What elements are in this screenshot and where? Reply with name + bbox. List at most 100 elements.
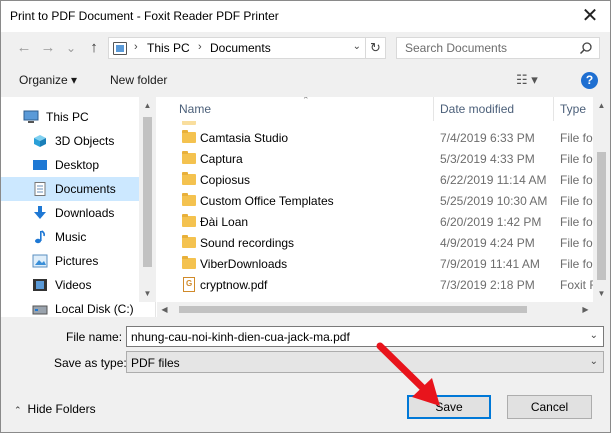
file-type: File fol bbox=[560, 215, 596, 229]
folder-icon bbox=[182, 235, 196, 248]
sidebar-item-label: This PC bbox=[46, 110, 89, 124]
scroll-down-icon[interactable]: ▼ bbox=[593, 285, 610, 302]
sidebar-item-music[interactable]: Music bbox=[1, 225, 141, 249]
scroll-up-icon[interactable]: ▲ bbox=[593, 97, 610, 114]
file-name: Captura bbox=[200, 152, 243, 166]
save-as-type-label: Save as type: bbox=[54, 356, 127, 370]
table-row[interactable]: Captura 5/3/2019 4:33 PM File fol bbox=[157, 149, 597, 170]
sidebar-item-this-pc[interactable]: This PC bbox=[1, 105, 141, 129]
table-row[interactable]: Camtasia Studio 7/4/2019 6:33 PM File fo… bbox=[157, 128, 597, 149]
file-type: File fol bbox=[560, 194, 596, 208]
drive-icon bbox=[32, 305, 48, 315]
scroll-down-icon[interactable]: ▼ bbox=[139, 285, 156, 302]
save-as-type-select[interactable]: PDF files ⌄ bbox=[126, 351, 604, 373]
forward-arrow-icon[interactable]: → bbox=[38, 38, 58, 58]
file-list-scrollbar[interactable]: ▲ ▼ bbox=[593, 97, 610, 302]
organize-menu[interactable]: Organize ▾ bbox=[19, 73, 77, 87]
address-bar[interactable]: › This PC › Documents ⌄ ↻ bbox=[108, 37, 386, 59]
hide-folders-button[interactable]: ⌃ Hide Folders bbox=[14, 402, 96, 416]
window-title: Print to PDF Document - Foxit Reader PDF… bbox=[10, 9, 279, 23]
sidebar-item-3d-objects[interactable]: 3D Objects bbox=[1, 129, 141, 153]
file-type: File fol bbox=[560, 257, 596, 271]
address-dropdown-icon[interactable]: ⌄ bbox=[353, 41, 361, 52]
chevron-down-icon[interactable]: ⌄ bbox=[590, 330, 598, 341]
save-as-type-value: PDF files bbox=[131, 356, 180, 370]
scrollbar-corner bbox=[593, 302, 610, 317]
file-type: File fol bbox=[560, 173, 596, 187]
scrollbar-thumb[interactable] bbox=[179, 306, 527, 313]
videos-icon bbox=[33, 279, 47, 291]
table-row[interactable]: Đài Loan 6/20/2019 1:42 PM File fol bbox=[157, 212, 597, 233]
desktop-icon bbox=[33, 160, 47, 170]
file-name: Sound recordings bbox=[200, 236, 295, 250]
title-bar: Print to PDF Document - Foxit Reader PDF… bbox=[0, 0, 611, 32]
search-icon bbox=[579, 42, 592, 55]
sidebar-item-pictures[interactable]: Pictures bbox=[1, 249, 141, 273]
scroll-right-icon[interactable]: ▶ bbox=[578, 302, 593, 317]
refresh-icon[interactable]: ↻ bbox=[365, 38, 385, 58]
file-name-value: nhung-cau-noi-kinh-dien-cua-jack-ma.pdf bbox=[131, 330, 350, 344]
column-divider[interactable] bbox=[553, 97, 554, 121]
folder-icon bbox=[182, 130, 196, 143]
pdf-file-icon bbox=[183, 277, 195, 292]
scroll-left-icon[interactable]: ◀ bbox=[157, 302, 172, 317]
close-icon[interactable]: ✕ bbox=[576, 5, 604, 27]
file-date: 6/22/2019 11:14 AM bbox=[440, 173, 547, 187]
file-name: cryptnow.pdf bbox=[200, 278, 268, 292]
column-divider[interactable] bbox=[433, 97, 434, 121]
file-name: ViberDownloads bbox=[200, 257, 288, 271]
search-placeholder: Search Documents bbox=[405, 41, 508, 55]
music-icon bbox=[35, 230, 46, 244]
computer-icon bbox=[23, 110, 39, 123]
breadcrumb-separator: › bbox=[198, 41, 202, 53]
folder-icon bbox=[182, 256, 196, 269]
scrollbar-thumb[interactable] bbox=[597, 152, 606, 280]
folder-icon bbox=[182, 151, 196, 164]
sidebar-item-label: Documents bbox=[55, 182, 116, 196]
search-input[interactable]: Search Documents bbox=[396, 37, 600, 59]
recent-locations-icon[interactable]: ⌄ bbox=[61, 38, 81, 58]
file-name-field[interactable]: nhung-cau-noi-kinh-dien-cua-jack-ma.pdf … bbox=[126, 326, 604, 347]
table-row[interactable]: cryptnow.pdf 7/3/2019 2:18 PM Foxit R bbox=[157, 275, 598, 296]
back-arrow-icon[interactable]: ← bbox=[14, 38, 34, 58]
sidebar-item-videos[interactable]: Videos bbox=[1, 273, 141, 297]
scrollbar-thumb[interactable] bbox=[143, 117, 152, 267]
file-name-label: File name: bbox=[66, 330, 123, 344]
sidebar-item-desktop[interactable]: Desktop bbox=[1, 153, 141, 177]
command-bar: Organize ▾ New folder ☷ ▾ ? bbox=[1, 67, 610, 95]
table-row[interactable]: Copiosus 6/22/2019 11:14 AM File fol bbox=[157, 170, 597, 191]
file-date: 7/9/2019 11:41 AM bbox=[440, 257, 540, 271]
file-name: Copiosus bbox=[200, 173, 251, 187]
sidebar-item-local-disk[interactable]: Local Disk (C:) bbox=[1, 297, 141, 321]
file-type: File fol bbox=[560, 236, 596, 250]
new-folder-button[interactable]: New folder bbox=[110, 73, 167, 87]
table-row[interactable]: Custom Office Templates 5/25/2019 10:30 … bbox=[157, 191, 597, 212]
sidebar-item-label: Local Disk (C:) bbox=[55, 302, 134, 316]
sidebar-item-downloads[interactable]: Downloads bbox=[1, 201, 141, 225]
breadcrumb-this-pc[interactable]: This PC bbox=[147, 41, 190, 55]
nav-scrollbar[interactable]: ▲ ▼ bbox=[139, 97, 156, 302]
sidebar-item-label: Videos bbox=[55, 278, 92, 292]
folder-icon bbox=[182, 172, 196, 185]
folder-icon bbox=[182, 214, 196, 227]
table-row[interactable]: ViberDownloads 7/9/2019 11:41 AM File fo… bbox=[157, 254, 597, 275]
breadcrumb-documents[interactable]: Documents bbox=[210, 41, 271, 55]
horizontal-scrollbar[interactable]: ◀ ▶ bbox=[157, 302, 593, 317]
chevron-down-icon[interactable]: ⌄ bbox=[590, 356, 598, 367]
table-row[interactable]: Sound recordings 4/9/2019 4:24 PM File f… bbox=[157, 233, 597, 254]
computer-icon bbox=[113, 42, 127, 55]
sidebar-item-label: Pictures bbox=[55, 254, 99, 268]
cancel-button[interactable]: Cancel bbox=[507, 395, 592, 419]
help-icon[interactable]: ? bbox=[581, 72, 598, 89]
file-date: 6/20/2019 1:42 PM bbox=[440, 215, 542, 229]
sidebar-item-label: Music bbox=[55, 230, 87, 244]
sidebar-item-documents[interactable]: Documents bbox=[1, 177, 141, 201]
file-date: 5/3/2019 4:33 PM bbox=[440, 152, 535, 166]
view-options-icon[interactable]: ☷ ▾ bbox=[516, 72, 538, 88]
file-name: Đài Loan bbox=[200, 215, 249, 229]
sidebar-item-label: 3D Objects bbox=[55, 134, 115, 148]
file-date: 7/3/2019 2:18 PM bbox=[440, 278, 535, 292]
scroll-up-icon[interactable]: ▲ bbox=[139, 97, 156, 114]
up-arrow-icon[interactable]: ↑ bbox=[84, 38, 104, 58]
save-button[interactable]: Save bbox=[407, 395, 491, 419]
